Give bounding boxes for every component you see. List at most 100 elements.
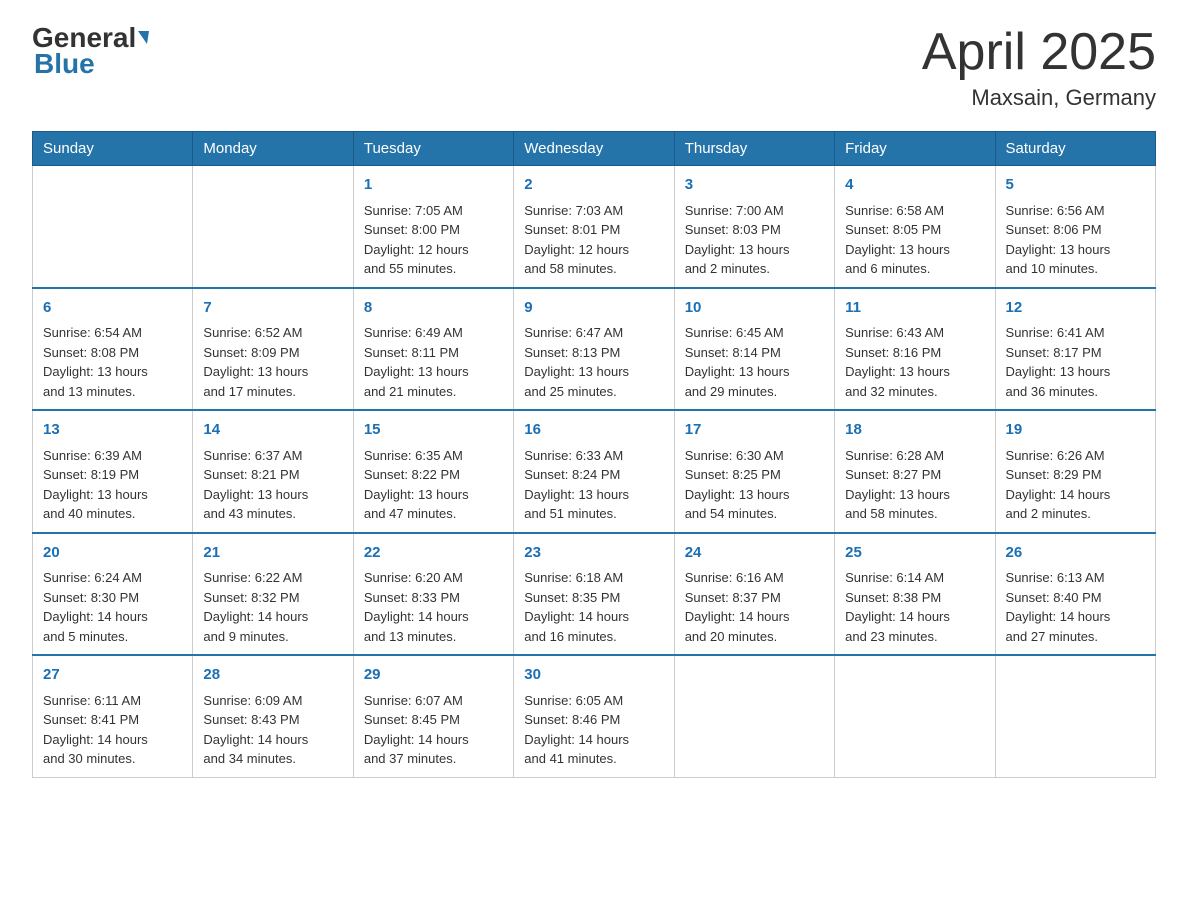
day-info: Sunrise: 6:58 AMSunset: 8:05 PMDaylight:… — [845, 201, 984, 279]
day-number: 17 — [685, 419, 824, 442]
day-number: 16 — [524, 419, 663, 442]
day-info: Sunrise: 6:47 AMSunset: 8:13 PMDaylight:… — [524, 323, 663, 401]
day-info: Sunrise: 6:16 AMSunset: 8:37 PMDaylight:… — [685, 568, 824, 646]
calendar-cell: 20 Sunrise: 6:24 AMSunset: 8:30 PMDayligh… — [33, 533, 193, 656]
calendar-cell: 17 Sunrise: 6:30 AMSunset: 8:25 PMDayligh… — [674, 410, 834, 533]
weekday-header-thursday: Thursday — [674, 132, 834, 166]
calendar-cell: 6Sunrise: 6:54 AMSunset: 8:08 PMDaylight… — [33, 288, 193, 411]
weekday-header-friday: Friday — [835, 132, 995, 166]
day-info: Sunrise: 6:20 AMSunset: 8:33 PMDaylight:… — [364, 568, 503, 646]
day-number: 7 — [203, 297, 342, 320]
day-number: 18 — [845, 419, 984, 442]
calendar-cell — [33, 166, 193, 288]
calendar-cell: 23Sunrise: 6:18 AMSunset: 8:35 PMDayligh… — [514, 533, 674, 656]
day-info: Sunrise: 6:49 AMSunset: 8:11 PMDaylight:… — [364, 323, 503, 401]
calendar-cell — [995, 655, 1155, 777]
day-info: Sunrise: 6:09 AMSunset: 8:43 PMDaylight:… — [203, 691, 342, 769]
calendar-cell: 15 Sunrise: 6:35 AMSunset: 8:22 PMDayligh… — [353, 410, 513, 533]
calendar-cell: 10 Sunrise: 6:45 AMSunset: 8:14 PMDayligh… — [674, 288, 834, 411]
day-info: Sunrise: 6:35 AMSunset: 8:22 PMDaylight:… — [364, 446, 503, 524]
calendar-cell — [835, 655, 995, 777]
day-number: 24 — [685, 542, 824, 565]
day-number: 6 — [43, 297, 182, 320]
day-number: 25 — [845, 542, 984, 565]
day-number: 3 — [685, 174, 824, 197]
day-number: 8 — [364, 297, 503, 320]
calendar-cell: 2 Sunrise: 7:03 AMSunset: 8:01 PMDaylight… — [514, 166, 674, 288]
calendar-cell: 22Sunrise: 6:20 AMSunset: 8:33 PMDayligh… — [353, 533, 513, 656]
day-number: 14 — [203, 419, 342, 442]
day-info: Sunrise: 6:26 AMSunset: 8:29 PMDaylight:… — [1006, 446, 1145, 524]
day-info: Sunrise: 6:45 AMSunset: 8:14 PMDaylight:… — [685, 323, 824, 401]
day-number: 15 — [364, 419, 503, 442]
calendar-cell: 25Sunrise: 6:14 AMSunset: 8:38 PMDayligh… — [835, 533, 995, 656]
day-number: 23 — [524, 542, 663, 565]
day-info: Sunrise: 6:30 AMSunset: 8:25 PMDaylight:… — [685, 446, 824, 524]
day-number: 28 — [203, 664, 342, 687]
day-info: Sunrise: 6:28 AMSunset: 8:27 PMDaylight:… — [845, 446, 984, 524]
weekday-header-saturday: Saturday — [995, 132, 1155, 166]
day-number: 10 — [685, 297, 824, 320]
day-info: Sunrise: 6:33 AMSunset: 8:24 PMDaylight:… — [524, 446, 663, 524]
calendar-cell: 26Sunrise: 6:13 AMSunset: 8:40 PMDayligh… — [995, 533, 1155, 656]
week-row-4: 20 Sunrise: 6:24 AMSunset: 8:30 PMDayligh… — [33, 533, 1156, 656]
day-info: Sunrise: 6:05 AMSunset: 8:46 PMDaylight:… — [524, 691, 663, 769]
calendar-cell: 3 Sunrise: 7:00 AMSunset: 8:03 PMDaylight… — [674, 166, 834, 288]
calendar-cell: 1 Sunrise: 7:05 AMSunset: 8:00 PMDaylight… — [353, 166, 513, 288]
day-info: Sunrise: 6:39 AMSunset: 8:19 PMDaylight:… — [43, 446, 182, 524]
day-number: 11 — [845, 297, 984, 320]
day-info: Sunrise: 6:24 AMSunset: 8:30 PMDaylight:… — [43, 568, 182, 646]
calendar-cell: 11 Sunrise: 6:43 AMSunset: 8:16 PMDayligh… — [835, 288, 995, 411]
calendar-cell — [674, 655, 834, 777]
day-info: Sunrise: 6:37 AMSunset: 8:21 PMDaylight:… — [203, 446, 342, 524]
day-info: Sunrise: 6:56 AMSunset: 8:06 PMDaylight:… — [1006, 201, 1145, 279]
calendar-cell: 5 Sunrise: 6:56 AMSunset: 8:06 PMDaylight… — [995, 166, 1155, 288]
calendar-title: April 2025 — [922, 24, 1156, 81]
day-info: Sunrise: 6:43 AMSunset: 8:16 PMDaylight:… — [845, 323, 984, 401]
day-number: 12 — [1006, 297, 1145, 320]
day-number: 13 — [43, 419, 182, 442]
calendar-cell: 21Sunrise: 6:22 AMSunset: 8:32 PMDayligh… — [193, 533, 353, 656]
calendar-cell: 7 Sunrise: 6:52 AMSunset: 8:09 PMDaylight… — [193, 288, 353, 411]
page-header: General Blue April 2025 Maxsain, Germany — [32, 24, 1156, 111]
day-info: Sunrise: 6:11 AMSunset: 8:41 PMDaylight:… — [43, 691, 182, 769]
weekday-header-sunday: Sunday — [33, 132, 193, 166]
day-number: 29 — [364, 664, 503, 687]
week-row-2: 6Sunrise: 6:54 AMSunset: 8:08 PMDaylight… — [33, 288, 1156, 411]
day-info: Sunrise: 6:22 AMSunset: 8:32 PMDaylight:… — [203, 568, 342, 646]
calendar-cell: 14 Sunrise: 6:37 AMSunset: 8:21 PMDayligh… — [193, 410, 353, 533]
calendar-cell: 16 Sunrise: 6:33 AMSunset: 8:24 PMDayligh… — [514, 410, 674, 533]
calendar-cell: 9 Sunrise: 6:47 AMSunset: 8:13 PMDaylight… — [514, 288, 674, 411]
day-info: Sunrise: 7:03 AMSunset: 8:01 PMDaylight:… — [524, 201, 663, 279]
calendar-cell: 24 Sunrise: 6:16 AMSunset: 8:37 PMDayligh… — [674, 533, 834, 656]
calendar-cell: 12 Sunrise: 6:41 AMSunset: 8:17 PMDayligh… — [995, 288, 1155, 411]
day-number: 27 — [43, 664, 182, 687]
calendar-subtitle: Maxsain, Germany — [922, 85, 1156, 111]
title-block: April 2025 Maxsain, Germany — [922, 24, 1156, 111]
weekday-header-tuesday: Tuesday — [353, 132, 513, 166]
calendar-cell: 28 Sunrise: 6:09 AMSunset: 8:43 PMDayligh… — [193, 655, 353, 777]
day-info: Sunrise: 6:41 AMSunset: 8:17 PMDaylight:… — [1006, 323, 1145, 401]
day-number: 9 — [524, 297, 663, 320]
day-number: 2 — [524, 174, 663, 197]
week-row-1: 1 Sunrise: 7:05 AMSunset: 8:00 PMDaylight… — [33, 166, 1156, 288]
calendar-cell: 29 Sunrise: 6:07 AMSunset: 8:45 PMDayligh… — [353, 655, 513, 777]
week-row-3: 13 Sunrise: 6:39 AMSunset: 8:19 PMDayligh… — [33, 410, 1156, 533]
calendar-cell — [193, 166, 353, 288]
day-info: Sunrise: 7:00 AMSunset: 8:03 PMDaylight:… — [685, 201, 824, 279]
weekday-header-wednesday: Wednesday — [514, 132, 674, 166]
day-info: Sunrise: 7:05 AMSunset: 8:00 PMDaylight:… — [364, 201, 503, 279]
day-number: 20 — [43, 542, 182, 565]
day-number: 30 — [524, 664, 663, 687]
logo: General Blue — [32, 24, 149, 78]
day-info: Sunrise: 6:07 AMSunset: 8:45 PMDaylight:… — [364, 691, 503, 769]
day-number: 1 — [364, 174, 503, 197]
weekday-header-row: SundayMondayTuesdayWednesdayThursdayFrid… — [33, 132, 1156, 166]
calendar-cell: 4Sunrise: 6:58 AMSunset: 8:05 PMDaylight… — [835, 166, 995, 288]
day-number: 5 — [1006, 174, 1145, 197]
calendar-cell: 19Sunrise: 6:26 AMSunset: 8:29 PMDayligh… — [995, 410, 1155, 533]
week-row-5: 27 Sunrise: 6:11 AMSunset: 8:41 PMDayligh… — [33, 655, 1156, 777]
day-info: Sunrise: 6:13 AMSunset: 8:40 PMDaylight:… — [1006, 568, 1145, 646]
calendar-cell: 30 Sunrise: 6:05 AMSunset: 8:46 PMDayligh… — [514, 655, 674, 777]
day-info: Sunrise: 6:52 AMSunset: 8:09 PMDaylight:… — [203, 323, 342, 401]
